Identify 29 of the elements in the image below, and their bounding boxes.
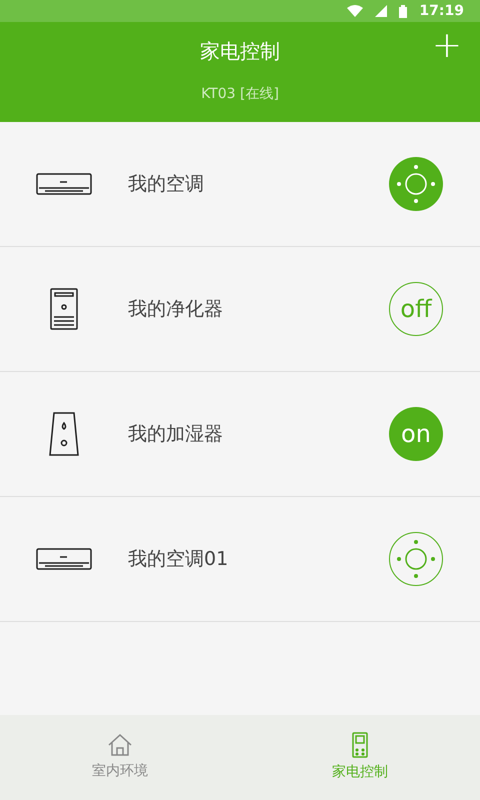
air-conditioner-icon xyxy=(36,173,92,195)
device-name: 我的空调01 xyxy=(128,546,230,572)
device-name: 我的加湿器 xyxy=(128,422,224,447)
air-conditioner-icon xyxy=(36,548,92,570)
status-time: 17:19 xyxy=(419,2,464,20)
signal-icon xyxy=(375,5,388,17)
remote-button[interactable] xyxy=(389,157,443,211)
device-row[interactable]: 我的净化器 off xyxy=(0,247,480,372)
power-toggle[interactable]: on xyxy=(389,407,443,461)
battery-icon xyxy=(399,4,408,18)
device-name: 我的空调 xyxy=(128,172,205,197)
nav-tab[interactable]: 家电控制 xyxy=(240,715,480,800)
remote-button[interactable] xyxy=(389,532,443,586)
device-row[interactable]: 我的空调 xyxy=(0,122,480,247)
air-purifier-icon xyxy=(50,288,78,330)
remote-control-icon xyxy=(352,732,368,758)
device-status: KT03 [在线] xyxy=(201,85,279,104)
device-row[interactable]: 我的空调01 xyxy=(0,497,480,622)
page-title: 家电控制 xyxy=(200,38,280,65)
nav-tab[interactable]: 室内环境 xyxy=(0,715,240,800)
humidifier-icon xyxy=(49,412,79,456)
device-name: 我的净化器 xyxy=(128,296,224,322)
dpad-icon xyxy=(396,164,436,204)
home-icon xyxy=(107,733,133,757)
dpad-icon xyxy=(396,539,436,579)
add-button[interactable]: + xyxy=(428,28,466,64)
device-row[interactable]: 我的加湿器 on xyxy=(0,372,480,497)
wifi-icon xyxy=(347,5,364,17)
power-toggle[interactable]: off xyxy=(389,282,443,336)
